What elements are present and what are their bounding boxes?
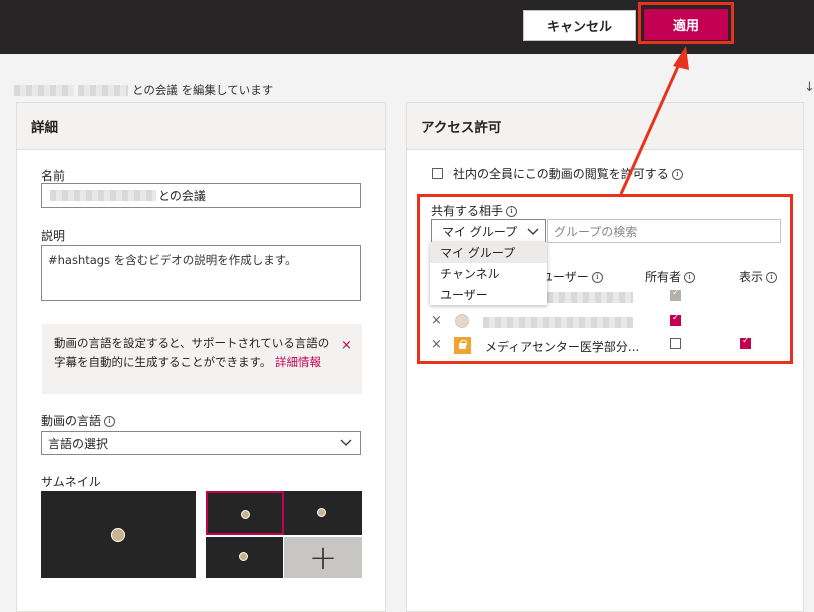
avatar	[317, 508, 326, 517]
avatar	[241, 510, 250, 519]
description-label: 説明	[41, 229, 66, 243]
apply-button[interactable]: 適用	[644, 9, 728, 40]
avatar	[239, 552, 248, 561]
thumbnail-option[interactable]	[206, 537, 283, 578]
thumbnail-label: サムネイル	[41, 475, 101, 489]
thumbnail-option[interactable]	[284, 491, 362, 535]
name-field[interactable]: との会議	[41, 183, 361, 208]
editing-status-text: との会議 を編集しています	[132, 83, 274, 97]
language-label: 動画の言語 i	[41, 412, 116, 429]
avatar	[111, 528, 125, 542]
chevron-down-icon	[340, 439, 352, 446]
redacted-name	[50, 190, 156, 201]
redacted-name	[78, 84, 128, 96]
details-heading: 詳細	[17, 103, 385, 150]
info-icon[interactable]: i	[671, 169, 683, 180]
share-highlight-box	[417, 194, 793, 364]
language-select-value: 言語の選択	[48, 436, 109, 451]
access-heading: アクセス許可	[407, 103, 803, 150]
language-notice: 動画の言語を設定すると、サポートされている言語の字幕を自動的に生成することができ…	[42, 324, 362, 394]
editing-status: との会議 を編集しています	[14, 82, 273, 98]
thumbnail-option[interactable]	[206, 491, 284, 535]
description-field[interactable]: #hashtags を含むビデオの説明を作成します。	[41, 245, 361, 301]
info-icon[interactable]: i	[104, 416, 116, 427]
allow-all-checkbox[interactable]	[432, 168, 443, 179]
redacted-name	[14, 84, 74, 96]
add-thumbnail-button[interactable]: +	[284, 537, 362, 578]
download-icon[interactable]: ↓	[804, 80, 814, 95]
allow-all-label: 社内の全員にこの動画の閲覧を許可する i	[453, 165, 683, 182]
cancel-button[interactable]: キャンセル	[523, 10, 636, 41]
learn-more-link[interactable]: 詳細情報	[275, 355, 321, 369]
name-value: との会議	[158, 189, 206, 203]
thumbnail-preview	[41, 491, 196, 578]
details-panel: 詳細 名前 との会議 説明 #hashtags を含むビデオの説明を作成します。…	[16, 102, 386, 612]
close-icon[interactable]: ×	[341, 338, 352, 353]
name-label: 名前	[41, 169, 66, 183]
language-select[interactable]: 言語の選択	[41, 431, 361, 455]
